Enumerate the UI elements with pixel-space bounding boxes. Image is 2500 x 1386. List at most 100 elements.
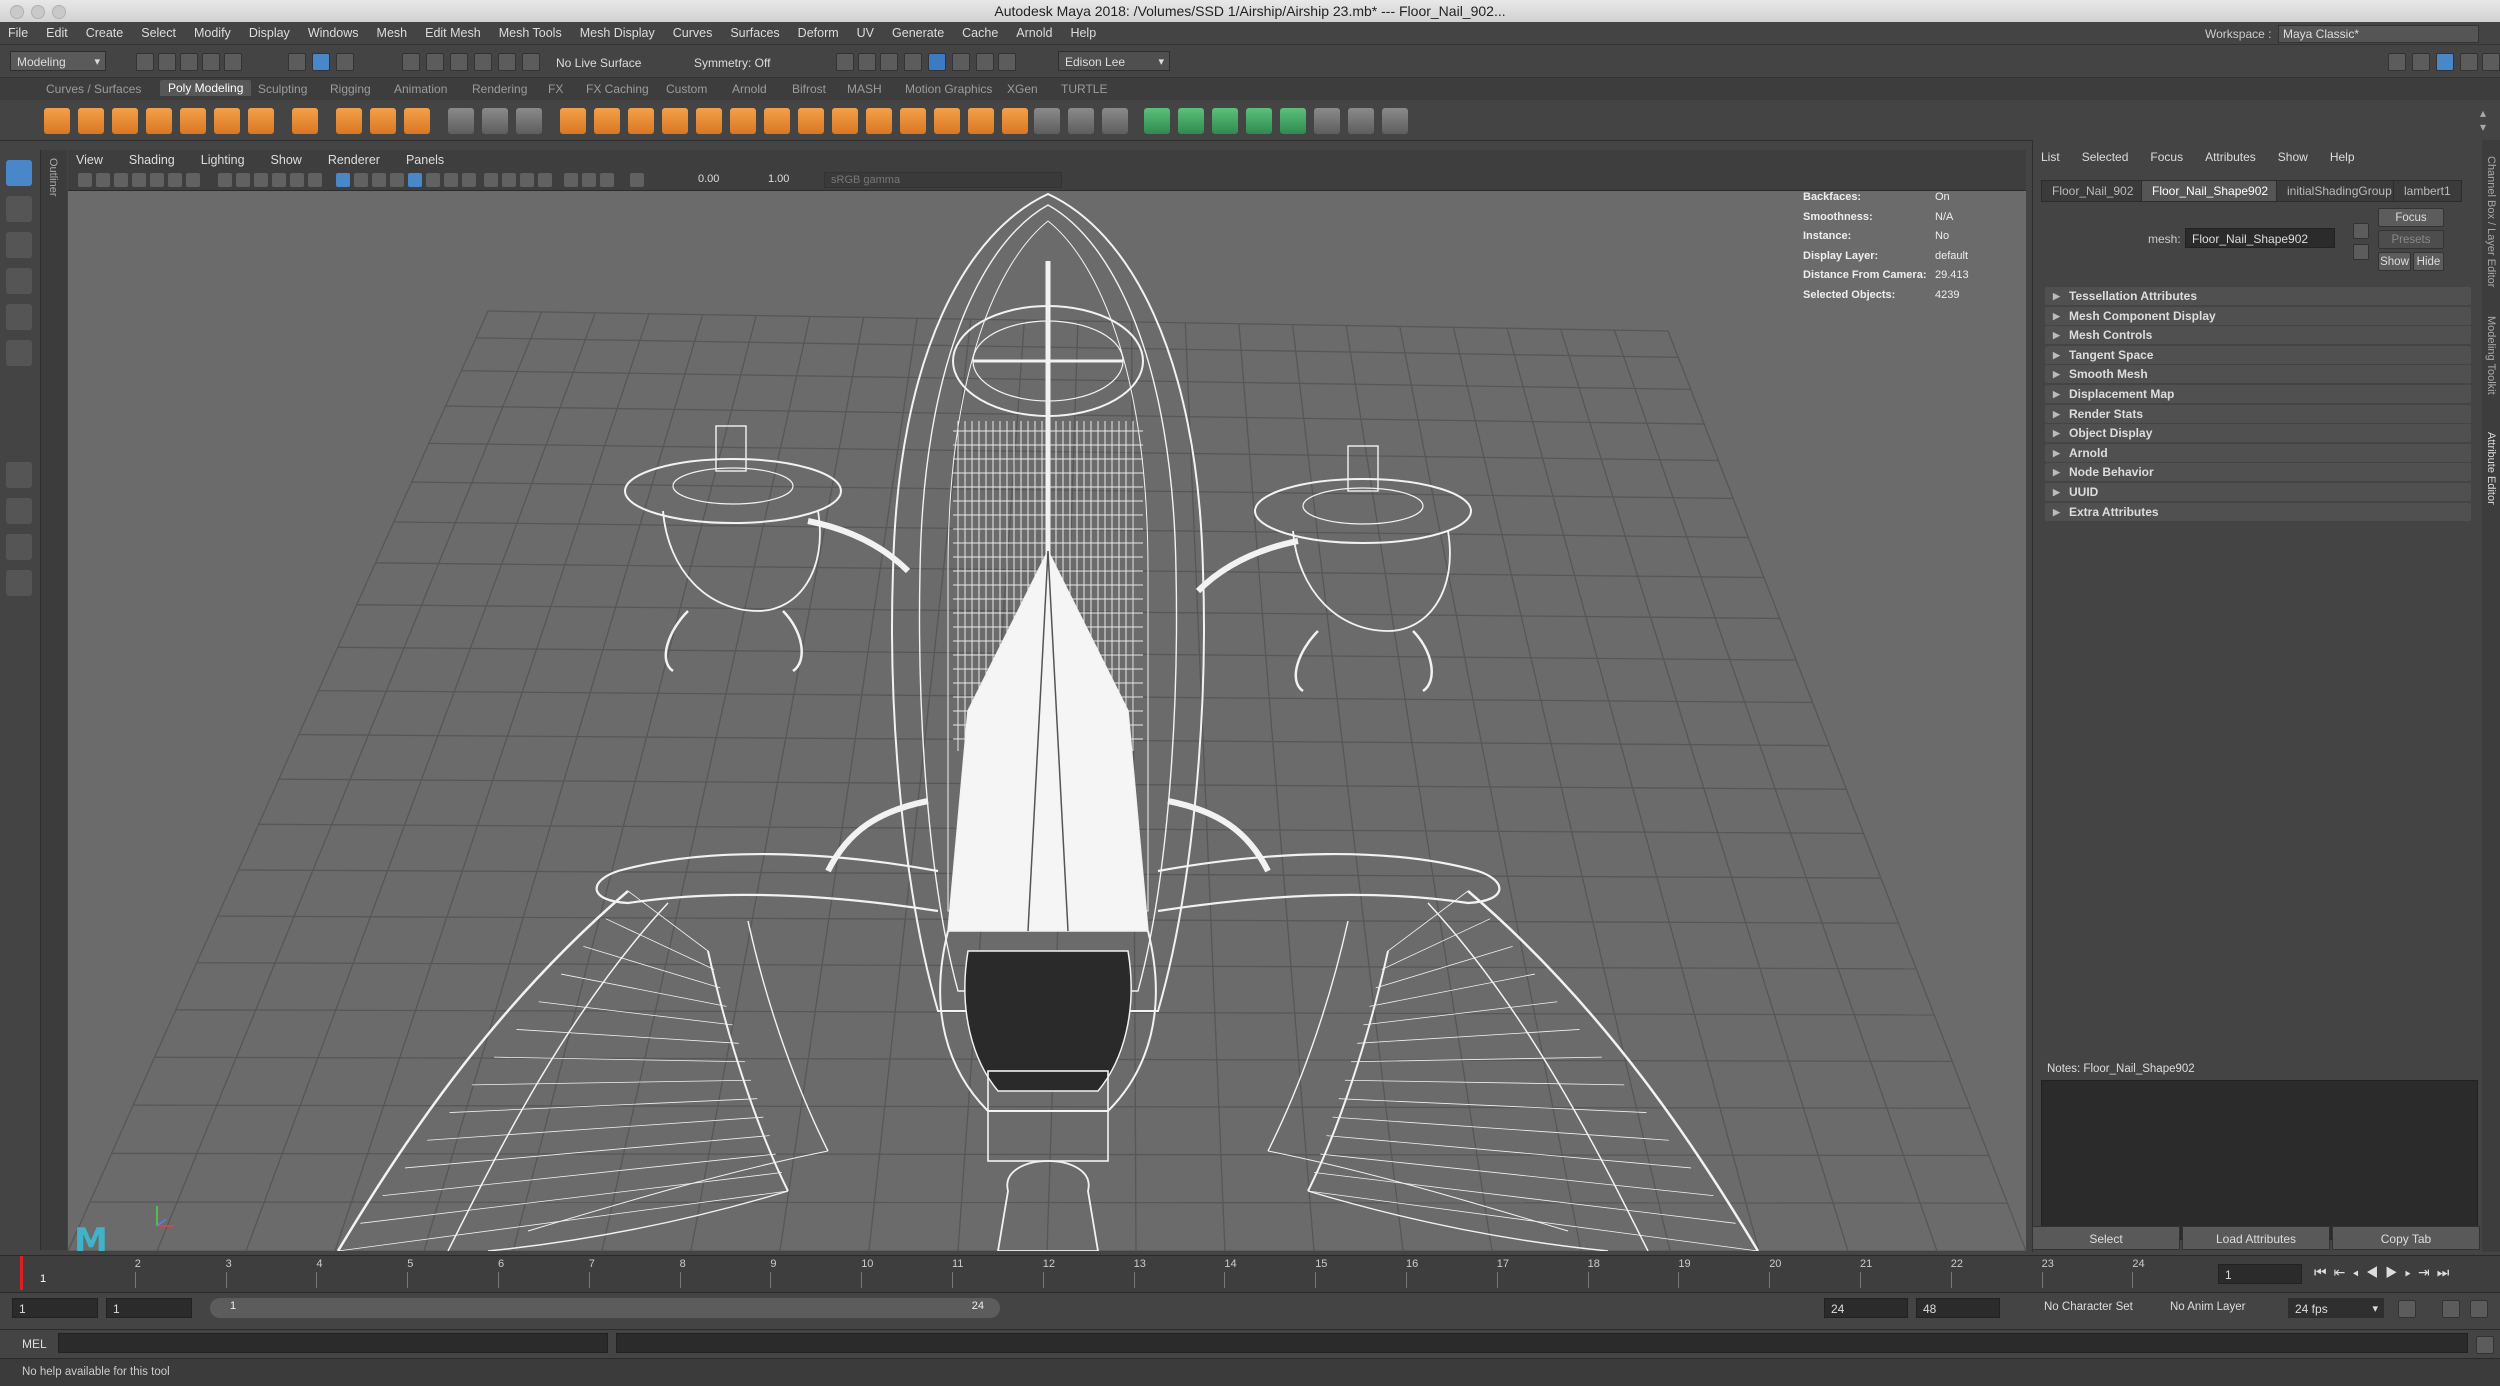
mesh-name-field[interactable]: Floor_Nail_Shape902 — [2185, 228, 2335, 248]
viewport-tool-icon[interactable] — [132, 173, 146, 187]
paint-select-tool-icon[interactable] — [6, 232, 32, 258]
auto-uv-icon[interactable] — [1246, 108, 1272, 134]
viewport-tool-icon[interactable] — [582, 173, 596, 187]
snap-point-icon[interactable] — [450, 53, 468, 71]
pause-icon[interactable] — [998, 53, 1016, 71]
snap-vertex-icon[interactable] — [522, 53, 540, 71]
ae-menu-selected[interactable]: Selected — [2082, 150, 2129, 164]
perspective-viewport[interactable]: Backfaces: On Smoothness: N/A Instance: No Dis… — [68, 191, 2026, 1251]
boolean-icon[interactable] — [560, 108, 586, 134]
load-attributes-button[interactable]: Load Attributes — [2182, 1226, 2330, 1250]
type-icon[interactable] — [370, 108, 396, 134]
quadrangulate-icon[interactable] — [934, 108, 960, 134]
viewport-tool-icon[interactable] — [236, 173, 250, 187]
viewport-menu-show[interactable]: Show — [271, 153, 302, 167]
viewport-tool-icon[interactable] — [150, 173, 164, 187]
camera-uv-icon[interactable] — [1280, 108, 1306, 134]
four-view-layout-icon[interactable] — [6, 498, 32, 524]
focus-input-icon[interactable] — [2353, 223, 2369, 239]
shelf-tab-fx[interactable]: FX — [548, 82, 563, 96]
step-forward-key-icon[interactable]: ⇥ — [2418, 1264, 2437, 1280]
ae-tab-lambert1[interactable]: lambert1 — [2393, 180, 2462, 202]
ae-menu-focus[interactable]: Focus — [2150, 150, 2183, 164]
select-hierarchy-icon[interactable] — [288, 53, 306, 71]
viewport-tool-icon[interactable] — [538, 173, 552, 187]
go-to-end-icon[interactable]: ⏭ — [2437, 1264, 2457, 1280]
separate-icon[interactable] — [482, 108, 508, 134]
channel-box-tab[interactable]: Channel Box / Layer Editor — [2485, 156, 2497, 287]
ae-menu-list[interactable]: List — [2041, 150, 2060, 164]
menu-deform[interactable]: Deform — [798, 26, 839, 40]
viewport-tool-icon[interactable] — [308, 173, 322, 187]
attribute-editor-toggle-icon[interactable] — [2436, 53, 2454, 71]
super-shape-icon[interactable] — [336, 108, 362, 134]
viewport-tool-icon[interactable] — [426, 173, 440, 187]
multi-cut-icon[interactable] — [1034, 108, 1060, 134]
auto-key-icon[interactable] — [2442, 1300, 2460, 1318]
notes-text-area[interactable] — [2041, 1080, 2478, 1240]
viewport-menu-renderer[interactable]: Renderer — [328, 153, 380, 167]
append-icon[interactable] — [696, 108, 722, 134]
reduce-icon[interactable] — [832, 108, 858, 134]
section-smooth-mesh[interactable]: Smooth Mesh — [2045, 365, 2471, 384]
menu-edit[interactable]: Edit — [46, 26, 68, 40]
section-tessellation-attributes[interactable]: Tessellation Attributes — [2045, 287, 2471, 305]
shelf-tab-custom[interactable]: Custom — [666, 82, 707, 96]
ipr-render-icon[interactable] — [880, 53, 898, 71]
end-time-field[interactable]: 48 — [1916, 1298, 2000, 1318]
step-back-key-icon[interactable]: ⇤ — [2334, 1264, 2353, 1280]
current-time-indicator[interactable] — [20, 1256, 23, 1290]
menu-set-dropdown[interactable]: Modeling — [10, 51, 106, 72]
show-button[interactable]: Show — [2378, 252, 2411, 271]
menu-display[interactable]: Display — [249, 26, 290, 40]
shelf-tab-fx-caching[interactable]: FX Caching — [586, 82, 649, 96]
exposure-field[interactable]: 0.00 — [698, 173, 719, 185]
cylindrical-uv-icon[interactable] — [1178, 108, 1204, 134]
modeling-toolkit-icon[interactable] — [2412, 53, 2430, 71]
ae-menu-show[interactable]: Show — [2278, 150, 2308, 164]
shelf-tab-poly-modeling[interactable]: Poly Modeling — [160, 80, 252, 96]
section-uuid[interactable]: UUID — [2045, 483, 2471, 501]
outliner-label[interactable]: Outliner — [47, 158, 59, 197]
fill-hole-icon[interactable] — [730, 108, 756, 134]
render-frame-icon[interactable] — [858, 53, 876, 71]
viewport-tool-icon[interactable] — [372, 173, 386, 187]
attribute-editor-tab[interactable]: Attribute Editor — [2485, 432, 2497, 505]
viewport-tool-icon[interactable] — [336, 173, 350, 187]
section-render-stats[interactable]: Render Stats — [2045, 404, 2471, 423]
start-time-field[interactable]: 1 — [12, 1298, 98, 1318]
open-scene-icon[interactable] — [158, 53, 176, 71]
rotate-tool-icon[interactable] — [6, 304, 32, 330]
new-scene-icon[interactable] — [136, 53, 154, 71]
loop-icon[interactable] — [2398, 1300, 2416, 1318]
shelf-tab-bifrost[interactable]: Bifrost — [792, 82, 826, 96]
viewport-tool-icon[interactable] — [186, 173, 200, 187]
shelf-tab-animation[interactable]: Animation — [394, 82, 447, 96]
make-hole-icon[interactable] — [764, 108, 790, 134]
poly-cylinder-icon[interactable] — [112, 108, 138, 134]
modeling-toolkit-tab[interactable]: Modeling Toolkit — [2485, 316, 2497, 395]
play-backwards-icon[interactable]: ◀ — [2366, 1264, 2386, 1280]
smooth-icon[interactable] — [516, 108, 542, 134]
anim-layer-dropdown[interactable]: No Anim Layer — [2170, 1301, 2245, 1313]
menu-select[interactable]: Select — [141, 26, 176, 40]
hide-button[interactable]: Hide — [2413, 252, 2444, 271]
poly-disc-icon[interactable] — [248, 108, 274, 134]
render-settings-icon[interactable] — [904, 53, 922, 71]
menu-generate[interactable]: Generate — [892, 26, 944, 40]
poke-icon[interactable] — [968, 108, 994, 134]
viewport-tool-icon[interactable] — [564, 173, 578, 187]
scale-tool-icon[interactable] — [6, 340, 32, 366]
shelf-tab-sculpting[interactable]: Sculpting — [258, 82, 307, 96]
menu-mesh-tools[interactable]: Mesh Tools — [499, 26, 562, 40]
menu-windows[interactable]: Windows — [308, 26, 359, 40]
section-mesh-controls[interactable]: Mesh Controls — [2045, 326, 2471, 345]
svg-icon[interactable] — [404, 108, 430, 134]
select-object-icon[interactable] — [312, 53, 330, 71]
presets-button[interactable]: Presets — [2378, 230, 2444, 249]
menu-modify[interactable]: Modify — [194, 26, 231, 40]
section-node-behavior[interactable]: Node Behavior — [2045, 463, 2471, 482]
viewport-tool-icon[interactable] — [444, 173, 458, 187]
shelf-tab-mash[interactable]: MASH — [847, 82, 882, 96]
playback-start-field[interactable]: 1 — [106, 1298, 192, 1318]
